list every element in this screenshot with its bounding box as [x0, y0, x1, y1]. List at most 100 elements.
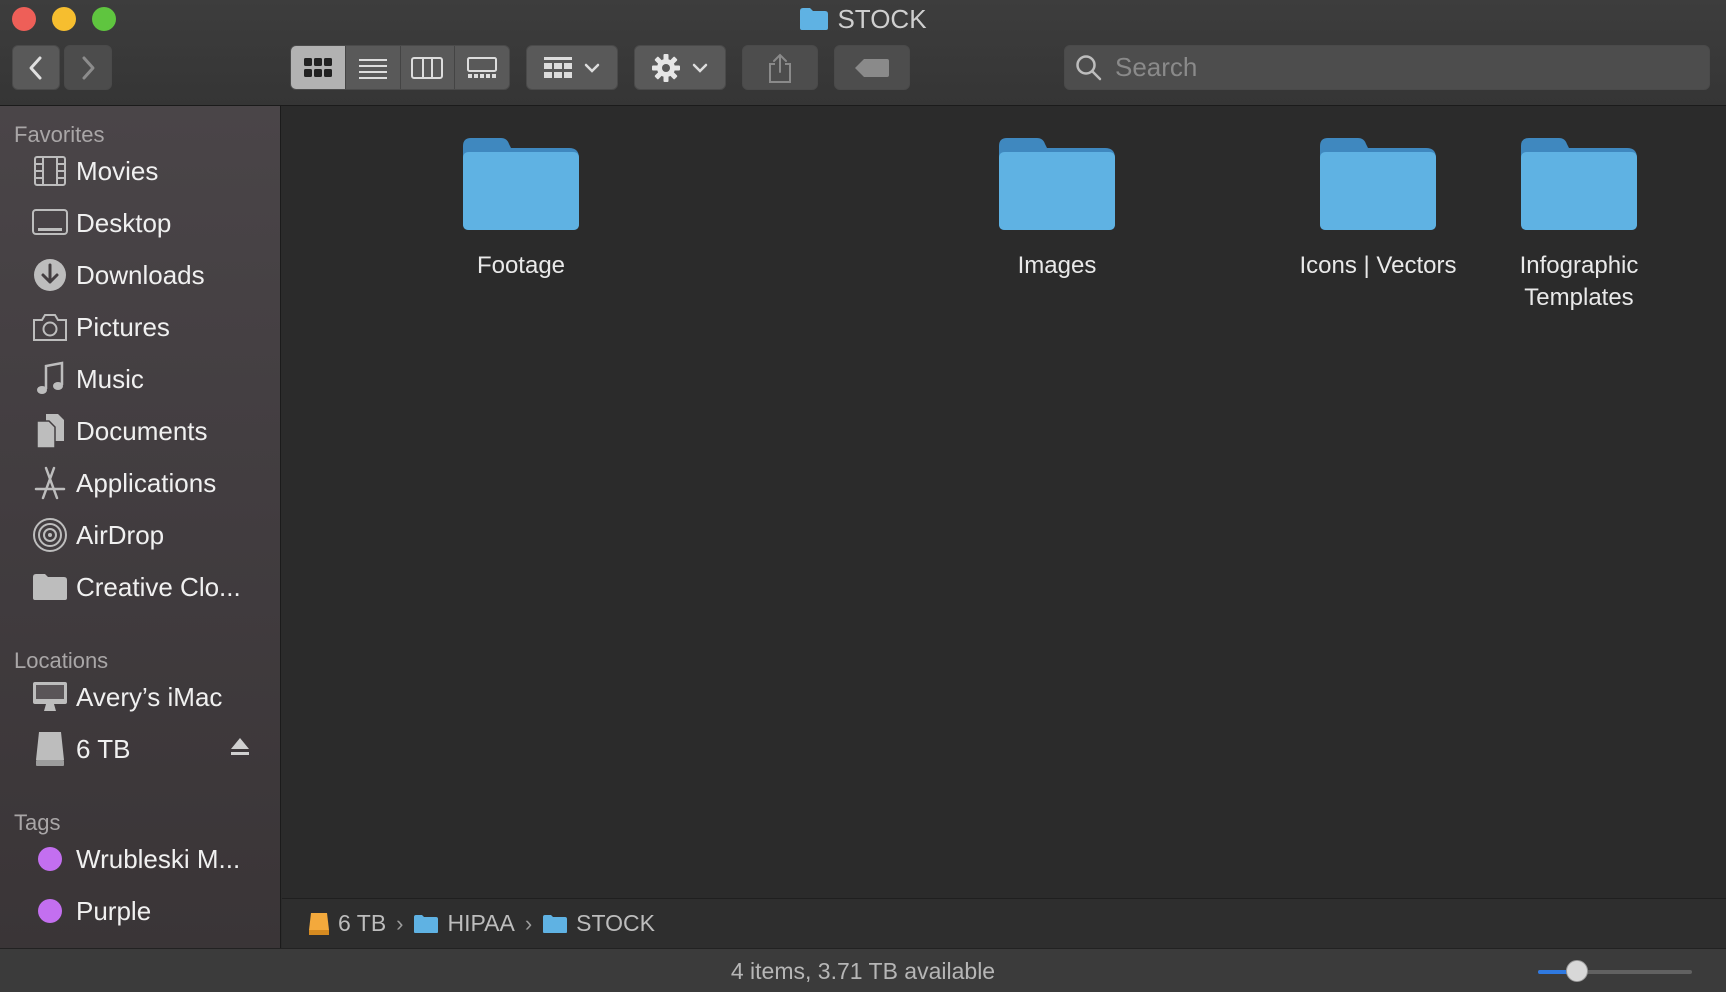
sidebar-item-label: Avery’s iMac — [76, 681, 223, 712]
forward-button[interactable] — [64, 45, 112, 90]
sidebar-item-applications[interactable]: Applications — [0, 460, 281, 506]
folder-icon — [543, 914, 568, 933]
sidebar-item-label: 6 TB — [76, 733, 131, 764]
folder-icon — [999, 138, 1115, 230]
path-crumb-label: HIPAA — [447, 910, 515, 936]
airdrop-icon — [30, 515, 70, 555]
document-icon — [30, 411, 70, 451]
sidebar-item-pictures[interactable]: Pictures — [0, 304, 281, 350]
finder-window: STOCK Search Favorites Movies Desktop Do… — [0, 0, 1726, 992]
sidebar-tag-purple[interactable]: Purple — [0, 888, 281, 934]
sidebar-item-music[interactable]: Music — [0, 356, 281, 402]
share-button[interactable] — [742, 45, 818, 90]
view-mode-control — [290, 45, 510, 90]
icon-size-slider-knob[interactable] — [1566, 960, 1588, 982]
toolbar: STOCK Search — [0, 0, 1726, 106]
folder-icon — [1521, 138, 1637, 230]
sidebar-item-label: Movies — [76, 155, 159, 186]
tag-color-dot — [30, 839, 70, 879]
film-icon — [30, 151, 70, 191]
sidebar-item-movies[interactable]: Movies — [0, 148, 281, 194]
sidebar-item-6tb[interactable]: 6 TB — [0, 726, 281, 772]
folder-item-infographic-templates[interactable]: Infographic Templates — [1499, 136, 1659, 314]
folder-item-icons-vectors[interactable]: Icons | Vectors — [1278, 136, 1478, 282]
status-bar: 4 items, 3.71 TB available — [0, 948, 1726, 992]
search-field[interactable]: Search — [1064, 45, 1710, 90]
folder-item-images[interactable]: Images — [957, 136, 1157, 282]
chevron-right-icon — [82, 56, 95, 79]
sidebar-tag-wrubleski[interactable]: Wrubleski M... — [0, 836, 281, 882]
columns-icon — [411, 56, 444, 79]
sidebar-item-label: AirDrop — [76, 519, 165, 550]
file-browser-content: Footage Images Icons | Vectors Infograph… — [282, 106, 1726, 898]
imac-icon — [30, 677, 70, 717]
sidebar-item-label: Pictures — [76, 311, 170, 342]
folder-icon — [1320, 138, 1436, 230]
sidebar-item-downloads[interactable]: Downloads — [0, 252, 281, 298]
folder-name: Footage — [476, 252, 566, 279]
path-bar: 6 TB › HIPAA › STOCK — [282, 898, 1726, 948]
tags-section-title: Tags — [14, 810, 61, 835]
folder-name: Infographic Templates — [1519, 252, 1639, 311]
grid-icon — [303, 57, 332, 77]
sidebar-item-label: Wrubleski M... — [76, 843, 241, 874]
folder-item-footage[interactable]: Footage — [421, 136, 621, 282]
column-view-button[interactable] — [401, 46, 456, 89]
sidebar-item-airdrop[interactable]: AirDrop — [0, 512, 281, 558]
gallery-icon — [467, 56, 498, 78]
tag-color-dot — [30, 891, 70, 931]
favorites-section-title: Favorites — [14, 122, 105, 147]
gallery-view-button[interactable] — [455, 46, 509, 89]
path-crumb-hipaa[interactable]: HIPAA — [413, 910, 515, 937]
drive-icon — [30, 729, 70, 769]
desktop-icon — [30, 203, 70, 243]
tag-icon — [855, 58, 889, 77]
camera-icon — [30, 307, 70, 347]
chevron-down-icon — [692, 63, 708, 73]
search-placeholder: Search — [1115, 52, 1198, 82]
folder-icon — [463, 138, 579, 230]
sidebar-item-label: Documents — [76, 415, 208, 446]
sidebar-item-desktop[interactable]: Desktop — [0, 200, 281, 246]
eject-icon[interactable] — [229, 736, 251, 758]
locations-section-title: Locations — [14, 648, 109, 673]
sidebar-item-label: Purple — [76, 895, 152, 926]
path-crumb-6tb[interactable]: 6 TB — [308, 910, 386, 937]
folder-name: Icons | Vectors — [1299, 252, 1457, 279]
sidebar-item-label: Music — [76, 363, 144, 394]
list-icon — [358, 58, 387, 79]
sidebar-item-label: Applications — [76, 467, 217, 498]
music-note-icon — [30, 359, 70, 399]
drive-icon — [309, 912, 329, 935]
sidebar-item-label: Desktop — [76, 207, 172, 238]
status-text: 4 items, 3.71 TB available — [730, 958, 996, 984]
sidebar-item-label: Creative Clo... — [76, 571, 241, 602]
path-separator: › — [524, 910, 533, 936]
chevron-left-icon — [29, 56, 42, 79]
path-separator: › — [396, 910, 404, 936]
window-title-text: STOCK — [837, 4, 927, 34]
icon-view-button[interactable] — [291, 46, 346, 89]
group-grid-icon — [544, 56, 572, 78]
sidebar-item-label: Downloads — [76, 259, 205, 290]
path-crumb-stock[interactable]: STOCK — [542, 910, 655, 937]
sidebar: Favorites Movies Desktop Downloads Pictu… — [0, 106, 281, 948]
action-menu-button[interactable] — [634, 45, 726, 90]
folder-icon — [800, 8, 829, 30]
share-icon — [769, 53, 791, 83]
applications-icon — [30, 463, 70, 503]
back-button[interactable] — [12, 45, 60, 90]
folder-icon — [30, 567, 70, 607]
sidebar-item-creative-cloud[interactable]: Creative Clo... — [0, 564, 281, 610]
list-view-button[interactable] — [346, 46, 401, 89]
sidebar-item-averys-imac[interactable]: Avery’s iMac — [0, 674, 281, 720]
tags-button[interactable] — [834, 45, 910, 90]
icon-size-slider[interactable] — [1538, 960, 1692, 982]
path-crumb-label: 6 TB — [338, 910, 387, 936]
gear-icon — [652, 53, 680, 82]
download-icon — [30, 255, 70, 295]
group-by-button[interactable] — [526, 45, 618, 90]
sidebar-item-documents[interactable]: Documents — [0, 408, 281, 454]
window-title: STOCK — [0, 4, 1726, 35]
path-crumb-label: STOCK — [576, 910, 655, 936]
